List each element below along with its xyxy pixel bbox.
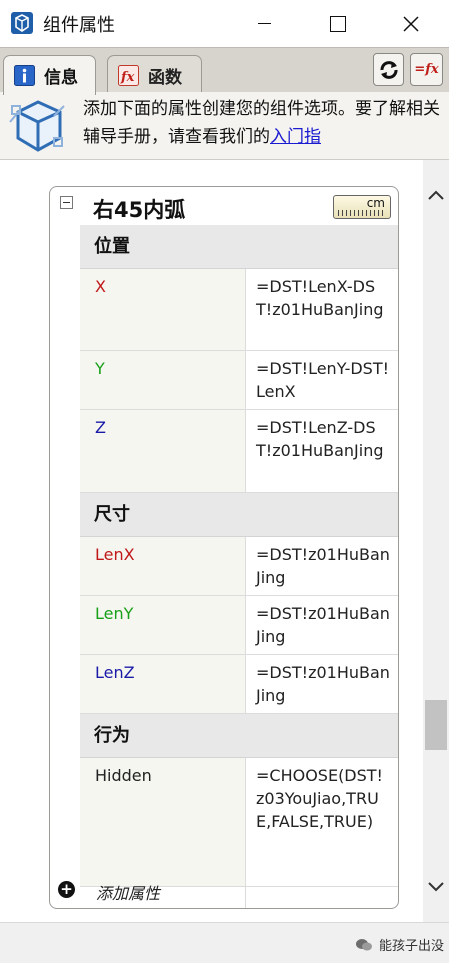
attribute-row-y[interactable]: Y =DST!LenY-DST!LenX bbox=[80, 351, 398, 410]
attribute-value[interactable]: =DST!LenY-DST!LenX bbox=[246, 351, 398, 409]
section-position: 位置 bbox=[80, 225, 398, 269]
tab-functions[interactable]: fx 函数 bbox=[107, 55, 202, 95]
minus-icon bbox=[63, 201, 70, 204]
attribute-value[interactable]: =DST!LenZ-DST!z01HuBanJing bbox=[246, 410, 398, 492]
status-bar: 能孩子出没 bbox=[0, 922, 449, 963]
attribute-row-lenz[interactable]: LenZ =DST!z01HuBanJing bbox=[80, 655, 398, 714]
attribute-value[interactable]: =CHOOSE(DST!z03YouJiao,TRUE,FALSE,TRUE) bbox=[246, 758, 398, 886]
watermark-text: 能孩子出没 bbox=[379, 939, 445, 954]
collapse-button[interactable] bbox=[60, 196, 73, 209]
watermark: 能孩子出没 bbox=[355, 935, 444, 954]
close-button[interactable] bbox=[378, 0, 443, 47]
attribute-row-z[interactable]: Z =DST!LenZ-DST!z01HuBanJing bbox=[80, 410, 398, 493]
attribute-value[interactable]: =DST!z01HuBanJing bbox=[246, 596, 398, 654]
attribute-row-leny[interactable]: LenY =DST!z01HuBanJing bbox=[80, 596, 398, 655]
refresh-button[interactable] bbox=[373, 53, 404, 86]
column-divider bbox=[245, 875, 246, 908]
component-cube-icon bbox=[4, 94, 70, 156]
wechat-icon bbox=[356, 938, 372, 950]
minimize-icon bbox=[258, 22, 271, 25]
svg-text:fx: fx bbox=[120, 70, 135, 85]
close-icon bbox=[402, 15, 419, 32]
attribute-value[interactable]: =DST!LenX-DST!z01HuBanJing bbox=[246, 269, 398, 350]
attribute-name: Y bbox=[80, 351, 246, 409]
banner-message: 添加下面的属性创建您的组件选项。要了解相关辅导手册，请查看我们的 bbox=[83, 99, 440, 147]
attribute-name: Hidden bbox=[80, 758, 246, 886]
refresh-icon bbox=[380, 60, 397, 79]
content-area: 右45内弧 cm 位置 X =DST!LenX-DST!z01HuBanJing… bbox=[0, 160, 423, 922]
info-banner: 添加下面的属性创建您的组件选项。要了解相关辅导手册，请查看我们的入门指 bbox=[0, 92, 449, 160]
vertical-scrollbar[interactable] bbox=[423, 160, 449, 922]
attribute-name: Z bbox=[80, 410, 246, 492]
scroll-down-button[interactable] bbox=[423, 874, 449, 900]
formula-toggle-button[interactable]: =fx bbox=[410, 53, 443, 86]
units-button[interactable]: cm bbox=[333, 195, 391, 219]
add-attribute-row[interactable]: + 添加属性 bbox=[50, 875, 398, 908]
add-attribute-label[interactable]: 添加属性 bbox=[96, 880, 160, 904]
fx-icon: fx bbox=[118, 65, 139, 86]
chevron-down-icon bbox=[428, 882, 444, 892]
maximize-button[interactable] bbox=[305, 0, 370, 47]
attribute-row-lenx[interactable]: LenX =DST!z01HuBanJing bbox=[80, 537, 398, 596]
ruler-icon bbox=[338, 210, 386, 216]
attribute-name: LenX bbox=[80, 537, 246, 595]
attribute-value[interactable]: =DST!z01HuBanJing bbox=[246, 655, 398, 713]
attribute-name: LenY bbox=[80, 596, 246, 654]
tab-info[interactable]: 信息 bbox=[3, 55, 96, 95]
minimize-button[interactable] bbox=[232, 0, 297, 47]
component-panel: 右45内弧 cm 位置 X =DST!LenX-DST!z01HuBanJing… bbox=[49, 186, 399, 909]
section-behavior: 行为 bbox=[80, 714, 398, 758]
attribute-name: LenZ bbox=[80, 655, 246, 713]
attribute-row-hidden[interactable]: Hidden =CHOOSE(DST!z03YouJiao,TRUE,FALSE… bbox=[80, 758, 398, 887]
chevron-up-icon bbox=[428, 190, 444, 200]
component-name: 右45内弧 bbox=[93, 198, 186, 222]
info-icon bbox=[14, 65, 35, 86]
units-label: cm bbox=[366, 196, 385, 210]
scroll-thumb[interactable] bbox=[425, 700, 447, 750]
banner-text: 添加下面的属性创建您的组件选项。要了解相关辅导手册，请查看我们的入门指 bbox=[83, 95, 443, 151]
fx-toggle-label: =fx bbox=[414, 62, 439, 77]
title-bar: 组件属性 bbox=[0, 0, 449, 47]
plus-circle-icon[interactable]: + bbox=[58, 881, 75, 898]
maximize-icon bbox=[329, 15, 346, 32]
attribute-grid: 位置 X =DST!LenX-DST!z01HuBanJing Y =DST!L… bbox=[80, 225, 398, 887]
attribute-value[interactable]: =DST!z01HuBanJing bbox=[246, 537, 398, 595]
section-size: 尺寸 bbox=[80, 493, 398, 537]
attribute-row-x[interactable]: X =DST!LenX-DST!z01HuBanJing bbox=[80, 269, 398, 351]
attribute-name: X bbox=[80, 269, 246, 350]
window-title: 组件属性 bbox=[43, 15, 115, 36]
getting-started-link[interactable]: 入门指 bbox=[270, 127, 321, 147]
sketchup-icon bbox=[11, 12, 33, 34]
tab-functions-label: 函数 bbox=[148, 68, 182, 88]
scroll-up-button[interactable] bbox=[423, 182, 449, 208]
tab-info-label: 信息 bbox=[44, 68, 78, 88]
